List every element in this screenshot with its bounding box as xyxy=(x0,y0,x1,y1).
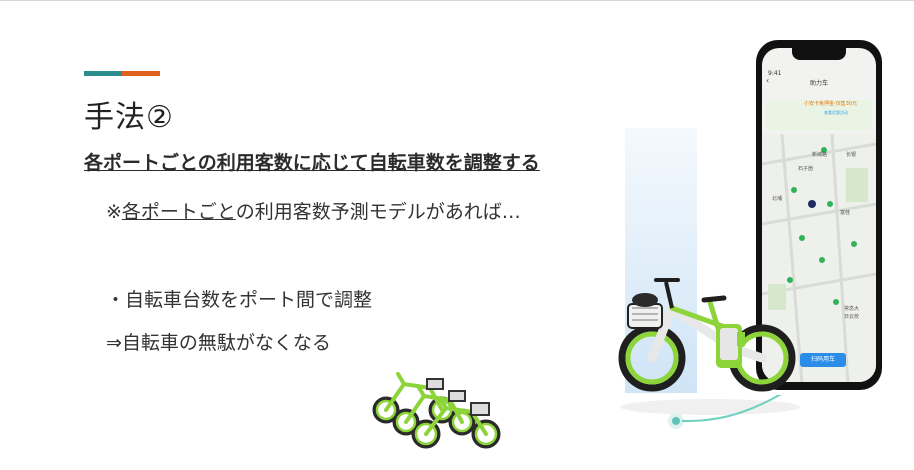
promo-text: 小安卡免押金·仅售30元 xyxy=(804,101,857,107)
top-divider xyxy=(0,0,914,1)
promo-subtext: 查看优惠活动 xyxy=(824,110,848,115)
app-title: 助力车 xyxy=(809,80,828,87)
map-label-7: 日云校 xyxy=(844,313,859,320)
bike-group-illustration xyxy=(372,372,501,449)
note-line: ※各ポートごとの利用客数予測モデルがあれば… xyxy=(106,197,521,224)
bullet-item: ・自転車台数をポート間で調整 xyxy=(106,289,373,311)
map-label-1: 新城路 xyxy=(812,151,827,158)
status-time: 9:41 xyxy=(768,70,782,77)
note-underlined-text: 各ポートごと xyxy=(121,201,236,223)
title-accent-bar xyxy=(84,71,160,76)
map-label-5: 富桂 xyxy=(840,209,850,216)
map-label-6: 常态大 xyxy=(844,305,859,312)
result-line: ⇒自転車の無駄がなくなる xyxy=(106,332,331,354)
slide-title: 手法② xyxy=(84,100,174,135)
phone-notch xyxy=(792,48,846,60)
main-bike-illustration xyxy=(618,278,796,392)
ground-shadow-and-signal xyxy=(620,395,800,429)
slide-subtitle: 各ポートごとの利用客数に応じて自転車数を調整する xyxy=(84,152,540,174)
map-label-2: 长银 xyxy=(846,151,856,158)
note-prefix: ※ xyxy=(106,201,122,223)
note-rest-text: の利用客数予測モデルがあれば… xyxy=(235,201,521,223)
accent-teal-segment xyxy=(84,71,122,76)
map-label-3: 北埔 xyxy=(772,195,782,202)
accent-orange-segment xyxy=(122,71,160,76)
map-label-4: 石子崮 xyxy=(798,165,813,172)
